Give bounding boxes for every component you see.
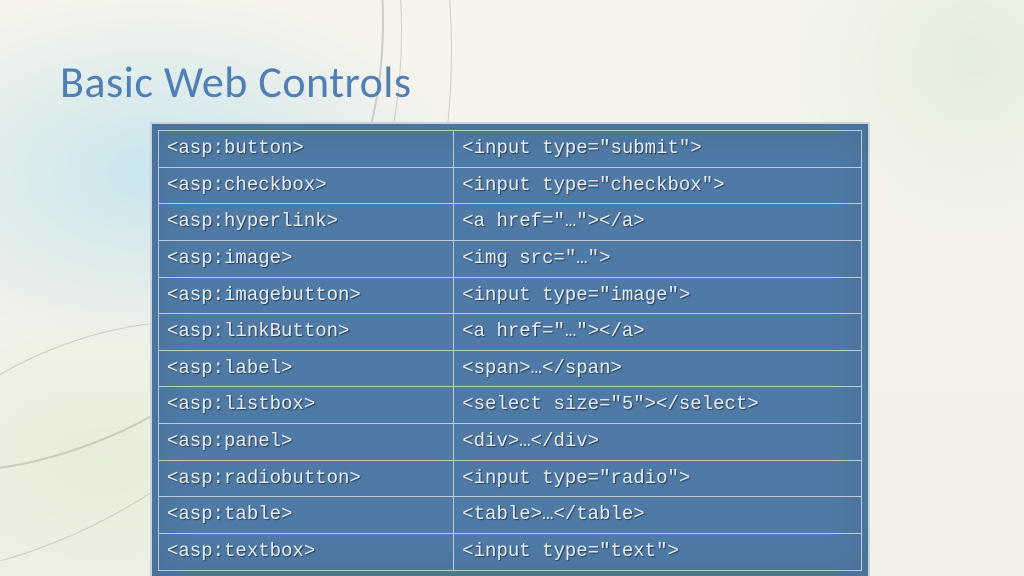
asp-control-cell: <asp:label>	[159, 350, 454, 387]
table-row: <asp:listbox><select size="5"></select>	[159, 387, 862, 424]
page-title: Basic Web Controls	[60, 55, 412, 109]
controls-table-panel: <asp:button><input type="submit"><asp:ch…	[150, 122, 870, 576]
asp-control-cell: <asp:linkButton>	[159, 314, 454, 351]
asp-control-cell: <asp:panel>	[159, 424, 454, 461]
html-equivalent-cell: <div>…</div>	[454, 424, 862, 461]
html-equivalent-cell: <input type="image">	[454, 277, 862, 314]
table-row: <asp:linkButton><a href="…"></a>	[159, 314, 862, 351]
html-equivalent-cell: <img src="…">	[454, 240, 862, 277]
table-row: <asp:textbox><input type="text">	[159, 534, 862, 571]
table-row: <asp:imagebutton><input type="image">	[159, 277, 862, 314]
html-equivalent-cell: <input type="radio">	[454, 460, 862, 497]
asp-control-cell: <asp:listbox>	[159, 387, 454, 424]
html-equivalent-cell: <a href="…"></a>	[454, 204, 862, 241]
controls-table: <asp:button><input type="submit"><asp:ch…	[158, 130, 862, 571]
asp-control-cell: <asp:imagebutton>	[159, 277, 454, 314]
table-row: <asp:table><table>…</table>	[159, 497, 862, 534]
asp-control-cell: <asp:radiobutton>	[159, 460, 454, 497]
table-row: <asp:label><span>…</span>	[159, 350, 862, 387]
html-equivalent-cell: <select size="5"></select>	[454, 387, 862, 424]
table-row: <asp:panel><div>…</div>	[159, 424, 862, 461]
table-row: <asp:hyperlink><a href="…"></a>	[159, 204, 862, 241]
slide: Basic Web Controls <asp:button><input ty…	[0, 0, 1024, 576]
table-row: <asp:button><input type="submit">	[159, 131, 862, 168]
asp-control-cell: <asp:image>	[159, 240, 454, 277]
html-equivalent-cell: <input type="checkbox">	[454, 167, 862, 204]
asp-control-cell: <asp:textbox>	[159, 534, 454, 571]
html-equivalent-cell: <input type="submit">	[454, 131, 862, 168]
asp-control-cell: <asp:button>	[159, 131, 454, 168]
asp-control-cell: <asp:hyperlink>	[159, 204, 454, 241]
asp-control-cell: <asp:checkbox>	[159, 167, 454, 204]
html-equivalent-cell: <a href="…"></a>	[454, 314, 862, 351]
table-row: <asp:radiobutton><input type="radio">	[159, 460, 862, 497]
html-equivalent-cell: <input type="text">	[454, 534, 862, 571]
table-row: <asp:checkbox><input type="checkbox">	[159, 167, 862, 204]
html-equivalent-cell: <table>…</table>	[454, 497, 862, 534]
html-equivalent-cell: <span>…</span>	[454, 350, 862, 387]
table-row: <asp:image><img src="…">	[159, 240, 862, 277]
asp-control-cell: <asp:table>	[159, 497, 454, 534]
